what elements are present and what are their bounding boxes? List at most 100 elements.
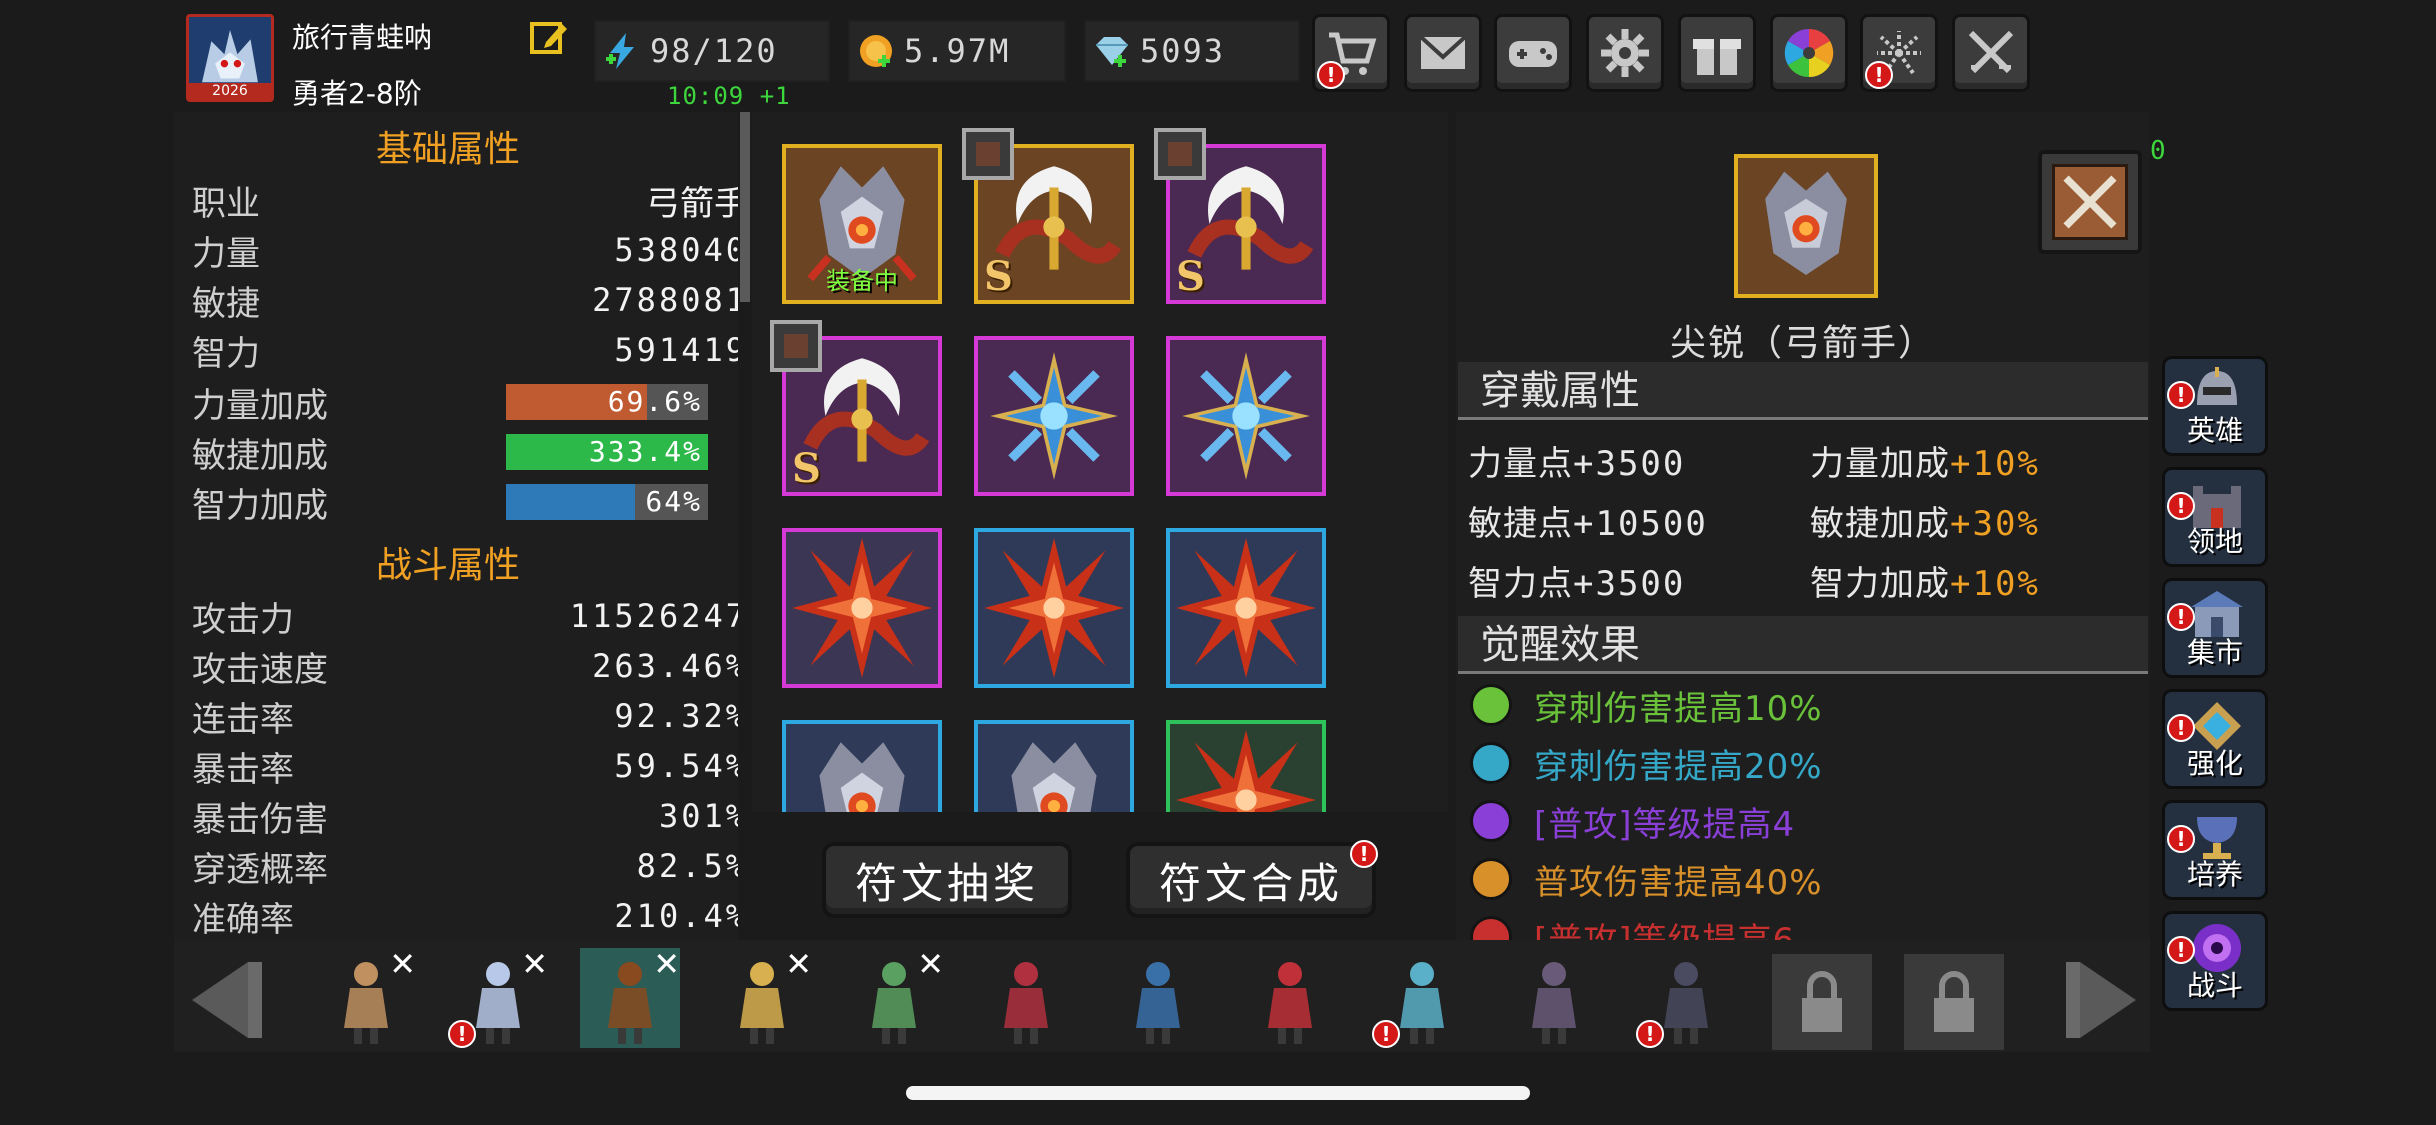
rune-slot[interactable]: 装备中 — [782, 144, 942, 304]
gear-icon — [1601, 29, 1649, 77]
helm-rune-icon — [819, 742, 905, 812]
attr-name: 敏捷加成 — [1810, 504, 1950, 544]
hero-slot[interactable]: ✕ — [316, 948, 416, 1048]
notification-badge: ! — [2167, 603, 2195, 631]
hero-remove-mark[interactable]: ✕ — [521, 948, 548, 980]
gift-icon — [1693, 39, 1741, 75]
close-icon — [2063, 175, 2117, 229]
rune-lock-toggle[interactable] — [962, 128, 1014, 180]
wear-attr: 敏捷点+10500 — [1468, 496, 1708, 545]
mail-button[interactable] — [1404, 14, 1482, 92]
rune-inventory-grid[interactable]: 装备中 S S S — [752, 112, 1448, 812]
rune-lock-toggle[interactable] — [1154, 128, 1206, 180]
locked-hero-slot[interactable] — [1904, 954, 2004, 1050]
hero-slot[interactable]: ✕ — [580, 948, 680, 1048]
next-hero-button[interactable] — [2054, 956, 2150, 1044]
stat-row-accuracy: 准确率 210.4% — [192, 892, 738, 940]
side-menu-chalice[interactable]: 培养! — [2162, 800, 2268, 900]
side-menu-label: 培养 — [2186, 858, 2243, 891]
stat-label: 智力加成 — [192, 485, 328, 526]
battle-button[interactable] — [1952, 14, 2030, 92]
rune-slot[interactable] — [1166, 720, 1326, 812]
rune-grade: S — [792, 445, 821, 492]
gold-counter: 5.97M — [848, 20, 1066, 82]
intelligence-bonus-bar: 64% — [506, 484, 708, 520]
side-menu-label: 集市 — [2186, 636, 2243, 669]
home-indicator[interactable] — [906, 1086, 1530, 1100]
stats-scrollbar[interactable] — [740, 112, 750, 302]
fireworks-button[interactable]: ! — [1860, 14, 1938, 92]
rune-draw-button[interactable]: 符文抽奖 — [822, 842, 1072, 918]
counter-text: 0 — [2150, 136, 2166, 166]
star-rune-icon — [1176, 538, 1316, 678]
side-menu-forge[interactable]: 强化! — [2162, 689, 2268, 789]
rune-synthesis-button[interactable]: 符文合成 — [1126, 842, 1376, 918]
close-button[interactable] — [2038, 150, 2142, 254]
player-name: 旅行青蛙呐 — [292, 21, 433, 54]
gift-button[interactable] — [1678, 14, 1756, 92]
hero-slot[interactable] — [1504, 948, 1604, 1048]
hero-remove-mark[interactable]: ✕ — [785, 948, 812, 980]
helm-rune-icon — [1765, 171, 1847, 275]
prev-hero-button[interactable] — [178, 956, 274, 1044]
stat-value: 2788081 — [592, 281, 738, 319]
hero-remove-mark[interactable]: ✕ — [917, 948, 944, 980]
notification-badge: ! — [448, 1020, 476, 1048]
diamond-plus-icon[interactable] — [1092, 31, 1132, 71]
side-menu-hero[interactable]: 英雄! — [2162, 356, 2268, 456]
hero-slot[interactable] — [1108, 948, 1208, 1048]
bar-value: 333.4% — [588, 435, 702, 468]
attr-value: +3500 — [1573, 444, 1686, 484]
settings-button[interactable] — [1586, 14, 1664, 92]
rune-slot[interactable] — [782, 528, 942, 688]
player-avatar[interactable]: 2026 — [186, 14, 274, 102]
hero-slot[interactable] — [1240, 948, 1340, 1048]
stat-value: 弓箭手 — [646, 183, 738, 224]
stat-label: 职业 — [192, 183, 260, 224]
hero-remove-mark[interactable]: ✕ — [389, 948, 416, 980]
hero-slot[interactable]: ✕ — [844, 948, 944, 1048]
rune-slot[interactable] — [1166, 528, 1326, 688]
rune-slot[interactable] — [782, 720, 942, 812]
rune-grade: S — [984, 253, 1013, 300]
gold-plus-icon[interactable] — [856, 31, 896, 71]
rune-slot[interactable] — [974, 336, 1134, 496]
stat-label: 攻击速度 — [192, 649, 328, 690]
shop-button[interactable]: ! — [1312, 14, 1390, 92]
side-menu-castle[interactable]: 领地! — [2162, 467, 2268, 567]
stats-panel[interactable]: 基础属性 职业 弓箭手 力量 538040 敏捷 2788081 智力 5914… — [174, 112, 738, 940]
hero-slot[interactable] — [976, 948, 1076, 1048]
notification-badge: ! — [2167, 825, 2195, 853]
stat-row-agility: 敏捷 2788081 — [192, 276, 738, 324]
gold-value: 5.97M — [904, 32, 1011, 70]
stat-value: 11526247 — [569, 597, 738, 635]
cross-rune-icon — [990, 352, 1118, 480]
hero-portrait-icon — [1136, 962, 1180, 1044]
hero-slot[interactable]: ! — [1372, 948, 1472, 1048]
hero-slot[interactable]: ✕! — [448, 948, 548, 1048]
locked-hero-slot[interactable] — [1772, 954, 1872, 1050]
hero-remove-mark[interactable]: ✕ — [653, 948, 680, 980]
rune-lock-toggle[interactable] — [770, 320, 822, 372]
edit-name-button[interactable] — [528, 16, 570, 58]
hero-slot[interactable]: ! — [1636, 948, 1736, 1048]
rune-slot[interactable] — [974, 528, 1134, 688]
stat-row-attack: 攻击力 11526247 — [192, 592, 738, 640]
hero-slot[interactable]: ✕ — [712, 948, 812, 1048]
rune-slot[interactable] — [974, 720, 1134, 812]
star-rune-icon — [792, 538, 932, 678]
energy-plus-icon[interactable] — [602, 31, 642, 71]
stat-label: 力量加成 — [192, 385, 328, 426]
stat-value: 263.46% — [592, 647, 738, 685]
color-wheel-button[interactable] — [1770, 14, 1848, 92]
rune-synthesis-label: 符文合成 — [1158, 858, 1343, 908]
rune-slot[interactable] — [1166, 336, 1326, 496]
gamepad-button[interactable] — [1494, 14, 1572, 92]
side-menu-label: 战斗 — [2186, 969, 2243, 1002]
bar-value: 64% — [645, 485, 702, 518]
stat-row-crit-rate: 暴击率 59.54% — [192, 742, 738, 790]
hero-portrait-icon — [1268, 962, 1312, 1044]
side-menu-portal[interactable]: 战斗! — [2162, 911, 2268, 1011]
helm-rune-icon — [1011, 742, 1097, 812]
side-menu-market[interactable]: 集市! — [2162, 578, 2268, 678]
